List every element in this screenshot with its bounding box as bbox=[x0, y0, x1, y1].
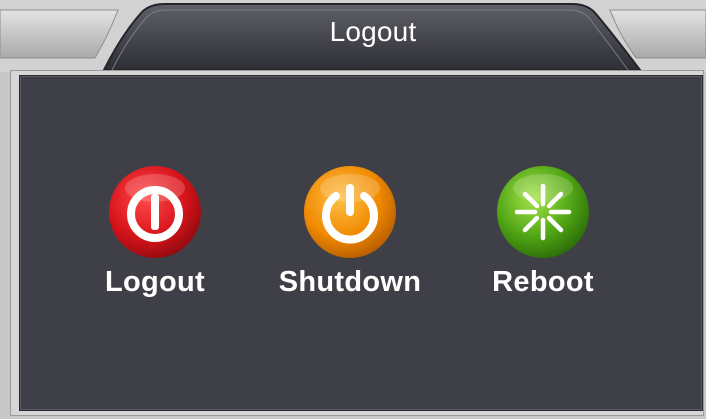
title-bar: Logout bbox=[0, 0, 706, 72]
content-panel: Logout Shutdown Reboot bbox=[10, 70, 704, 416]
logout-dialog: Logout Logout Shutdown Reboot bbox=[0, 0, 706, 419]
power-icon bbox=[304, 166, 396, 258]
window-title: Logout bbox=[329, 16, 417, 47]
power-icon bbox=[109, 166, 201, 258]
shutdown-label: Shutdown bbox=[278, 266, 422, 298]
reboot-button[interactable]: Reboot bbox=[453, 164, 633, 299]
shutdown-button[interactable]: Shutdown bbox=[260, 164, 440, 299]
content-area: Logout Shutdown Reboot bbox=[19, 75, 703, 411]
asterisk-icon bbox=[497, 166, 589, 258]
reboot-label: Reboot bbox=[492, 266, 594, 298]
logout-label: Logout bbox=[104, 266, 206, 298]
logout-button[interactable]: Logout bbox=[65, 164, 245, 299]
